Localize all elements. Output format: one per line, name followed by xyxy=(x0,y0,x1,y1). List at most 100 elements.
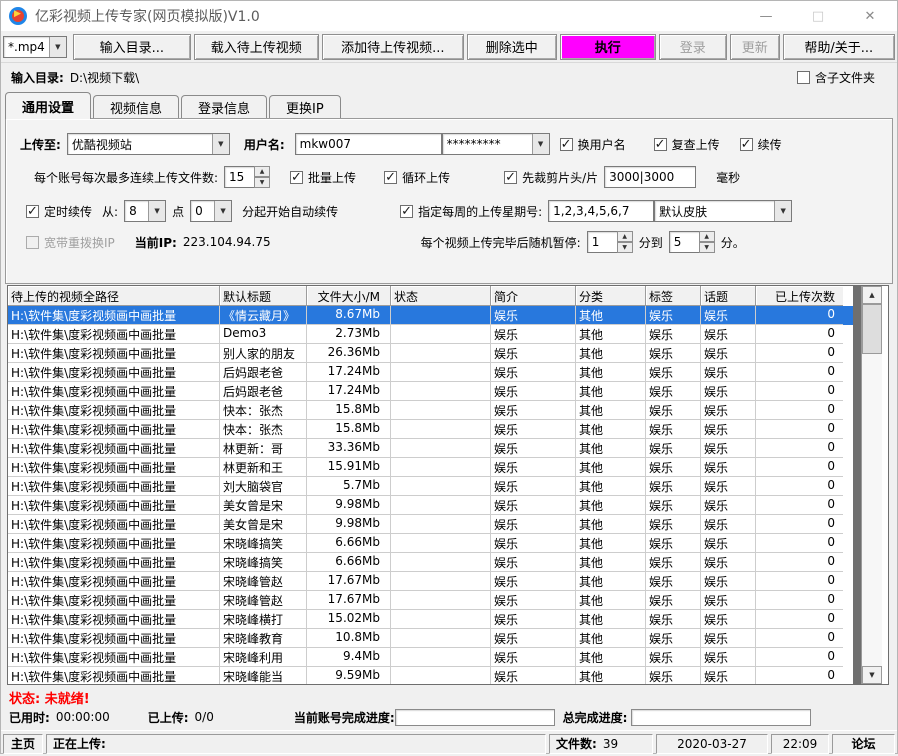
pause-min-stepper[interactable]: 1 ▲ ▼ xyxy=(586,231,633,253)
checkbox-checked-icon[interactable] xyxy=(290,170,304,185)
checkbox-checked-icon[interactable] xyxy=(400,204,414,219)
chevron-down-icon[interactable]: ▼ xyxy=(531,134,549,154)
home-link[interactable]: 主页 xyxy=(3,733,43,754)
current-ip-label: 当前IP: xyxy=(134,235,177,250)
table-row[interactable]: H:\软件集\度彩视频画中画批量 宋晓峰横打 15.02Mb 娱乐 其他 娱乐 娱乐 0 xyxy=(8,610,853,629)
weekday-checkbox[interactable]: 指定每周的上传星期号: xyxy=(400,203,542,220)
chevron-down-icon[interactable]: ▼ xyxy=(211,134,229,154)
table-row[interactable]: H:\软件集\度彩视频画中画批量 别人家的朋友 26.36Mb 娱乐 其他 娱乐 娱乐 0 xyxy=(8,344,853,363)
tab-1[interactable]: 通用设置 xyxy=(5,92,92,119)
include-subfolder-checkbox[interactable]: 含子文件夹 xyxy=(796,69,875,86)
table-row[interactable]: H:\软件集\度彩视频画中画批量 后妈跟老爸 17.24Mb 娱乐 其他 娱乐 娱乐 0 xyxy=(8,363,853,382)
file-filter-select[interactable]: *.mp4 ▼ xyxy=(3,35,67,58)
table-row[interactable]: H:\软件集\度彩视频画中画批量 宋晓峰管赵 17.67Mb 娱乐 其他 娱乐 娱乐 0 xyxy=(8,572,853,591)
redial-ip-checkbox[interactable]: 宽带重拨换IP xyxy=(26,234,115,251)
table-row[interactable]: H:\软件集\度彩视频画中画批量 宋晓峰教育 10.8Mb 娱乐 其他 娱乐 娱乐 0 xyxy=(8,629,853,648)
toolbar-button-3[interactable]: 添加待上传视频... xyxy=(321,33,464,60)
scheduled-resume-checkbox[interactable]: 定时续传 xyxy=(26,203,92,220)
column-header-size[interactable]: 文件大小/M xyxy=(307,286,391,306)
table-row[interactable]: H:\软件集\度彩视频画中画批量 后妈跟老爸 17.24Mb 娱乐 其他 娱乐 娱乐 0 xyxy=(8,382,853,401)
toolbar-button-8[interactable]: 帮助/关于... xyxy=(782,33,895,60)
column-header-count[interactable]: 已上传次数 xyxy=(756,286,843,306)
column-header-path[interactable]: 待上传的视频全路径 xyxy=(8,286,220,306)
table-row[interactable]: H:\软件集\度彩视频画中画批量 快本：张杰 15.8Mb 娱乐 其他 娱乐 娱乐 0 xyxy=(8,401,853,420)
resume-upload-checkbox[interactable]: 续传 xyxy=(739,136,782,153)
checkbox-checked-icon[interactable] xyxy=(504,170,518,185)
close-icon[interactable]: ✕ xyxy=(861,9,879,24)
toolbar-button-4[interactable]: 删除选中 xyxy=(466,33,557,60)
table-row[interactable]: H:\软件集\度彩视频画中画批量 宋晓峰能当 9.59Mb 娱乐 其他 娱乐 娱乐 0 xyxy=(8,667,853,684)
pause-max-stepper[interactable]: 5 ▲ ▼ xyxy=(668,231,715,253)
scrollbar-track[interactable] xyxy=(862,354,882,666)
skin-select[interactable]: 默认皮肤 ▼ xyxy=(654,200,793,222)
max-files-stepper[interactable]: 15 ▲ ▼ xyxy=(224,166,271,188)
toolbar-button-5[interactable]: 执行 xyxy=(559,33,656,60)
chevron-down-icon[interactable]: ▼ xyxy=(48,36,66,57)
column-header-topic[interactable]: 话题 xyxy=(701,286,756,306)
column-header-title[interactable]: 默认标题 xyxy=(220,286,307,306)
table-row[interactable]: H:\软件集\度彩视频画中画批量 Demo3 2.73Mb 娱乐 其他 娱乐 娱乐 0 xyxy=(8,325,853,344)
checkbox-checked-icon[interactable] xyxy=(26,204,39,219)
toolbar-button-2[interactable]: 载入待上传视频 xyxy=(193,33,319,60)
cell-path: H:\软件集\度彩视频画中画批量 xyxy=(8,344,220,363)
table-row[interactable]: H:\软件集\度彩视频画中画批量 宋晓峰利用 9.4Mb 娱乐 其他 娱乐 娱乐 0 xyxy=(8,648,853,667)
batch-upload-checkbox[interactable]: 批量上传 xyxy=(290,169,356,186)
upload-site-value: 优酷视频站 xyxy=(71,137,132,152)
checkbox-unchecked-icon[interactable] xyxy=(26,235,39,249)
spinner-down-icon[interactable]: ▼ xyxy=(698,242,715,253)
table-row[interactable]: H:\软件集\度彩视频画中画批量 宋晓峰搞笑 6.66Mb 娱乐 其他 娱乐 娱乐 0 xyxy=(8,553,853,572)
trim-range-input[interactable]: 3000|3000 xyxy=(604,166,697,188)
table-row[interactable]: H:\软件集\度彩视频画中画批量 快本：张杰 15.8Mb 娱乐 其他 娱乐 娱乐 0 xyxy=(8,420,853,439)
table-row[interactable]: H:\软件集\度彩视频画中画批量 宋晓峰管赵 17.67Mb 娱乐 其他 娱乐 娱乐 0 xyxy=(8,591,853,610)
schedule-minute-select[interactable]: 0 ▼ xyxy=(190,200,233,222)
loop-upload-checkbox[interactable]: 循环上传 xyxy=(384,169,450,186)
column-header-category[interactable]: 分类 xyxy=(576,286,646,306)
trim-clip-checkbox[interactable]: 先裁剪片头/片 xyxy=(504,169,598,186)
forum-link[interactable]: 论坛 xyxy=(832,733,895,754)
maximize-icon[interactable]: □ xyxy=(809,9,827,24)
checkbox-checked-icon[interactable] xyxy=(653,137,667,152)
checkbox-unchecked-icon[interactable] xyxy=(796,70,810,84)
table-row[interactable]: H:\软件集\度彩视频画中画批量 宋晓峰搞笑 6.66Mb 娱乐 其他 娱乐 娱乐 0 xyxy=(8,534,853,553)
spinner-up-icon[interactable]: ▲ xyxy=(698,231,715,242)
toolbar-button-1[interactable]: 输入目录... xyxy=(72,33,191,60)
checkbox-checked-icon[interactable] xyxy=(559,137,573,152)
chevron-down-icon[interactable]: ▼ xyxy=(214,201,232,221)
vertical-scrollbar[interactable]: ▲ ▼ xyxy=(861,286,882,684)
spinner-down-icon[interactable]: ▼ xyxy=(616,242,633,253)
column-header-status[interactable]: 状态 xyxy=(391,286,491,306)
change-username-checkbox[interactable]: 换用户名 xyxy=(559,136,626,153)
checkbox-checked-icon[interactable] xyxy=(739,137,753,152)
cell-count: 0 xyxy=(756,306,843,325)
spinner-down-icon[interactable]: ▼ xyxy=(254,177,271,188)
column-header-tag[interactable]: 标签 xyxy=(646,286,701,306)
tab-3[interactable]: 登录信息 xyxy=(181,95,268,118)
recheck-upload-checkbox[interactable]: 复查上传 xyxy=(653,136,720,153)
minimize-icon[interactable]: — xyxy=(757,9,775,24)
checkbox-checked-icon[interactable] xyxy=(384,170,398,185)
table-row[interactable]: H:\软件集\度彩视频画中画批量 刘大脑袋官 5.7Mb 娱乐 其他 娱乐 娱乐 0 xyxy=(8,477,853,496)
schedule-hour-select[interactable]: 8 ▼ xyxy=(124,200,167,222)
upload-site-select[interactable]: 优酷视频站 ▼ xyxy=(66,133,230,155)
table-row[interactable]: H:\软件集\度彩视频画中画批量 美女曾是宋 9.98Mb 娱乐 其他 娱乐 娱乐 0 xyxy=(8,496,853,515)
password-select[interactable]: ********* ▼ xyxy=(441,133,550,155)
chevron-down-icon[interactable]: ▼ xyxy=(774,201,792,221)
column-header-intro[interactable]: 简介 xyxy=(491,286,576,306)
spinner-up-icon[interactable]: ▲ xyxy=(616,231,633,242)
username-input[interactable]: mkw007 xyxy=(294,133,442,155)
table-row[interactable]: H:\软件集\度彩视频画中画批量 《情云藏月》 8.67Mb 娱乐 其他 娱乐 娱乐 0 xyxy=(8,306,853,325)
table-row[interactable]: H:\软件集\度彩视频画中画批量 林更新：哥 33.36Mb 娱乐 其他 娱乐 娱乐 0 xyxy=(8,439,853,458)
scroll-down-icon[interactable]: ▼ xyxy=(862,666,882,684)
chevron-down-icon[interactable]: ▼ xyxy=(148,201,166,221)
cell-title: 宋晓峰搞笑 xyxy=(220,553,307,572)
cell-path: H:\软件集\度彩视频画中画批量 xyxy=(8,382,220,401)
table-row[interactable]: H:\软件集\度彩视频画中画批量 美女曾是宋 9.98Mb 娱乐 其他 娱乐 娱乐 0 xyxy=(8,515,853,534)
tab-2[interactable]: 视频信息 xyxy=(93,95,180,118)
spinner-up-icon[interactable]: ▲ xyxy=(254,166,271,177)
tab-4[interactable]: 更换IP xyxy=(269,95,341,118)
weekday-input[interactable]: 1,2,3,4,5,6,7 xyxy=(548,200,655,222)
scrollbar-thumb[interactable] xyxy=(862,304,882,354)
table-row[interactable]: H:\软件集\度彩视频画中画批量 林更新和王 15.91Mb 娱乐 其他 娱乐 娱乐 0 xyxy=(8,458,853,477)
cell-count: 0 xyxy=(756,534,843,553)
scroll-up-icon[interactable]: ▲ xyxy=(862,286,882,304)
